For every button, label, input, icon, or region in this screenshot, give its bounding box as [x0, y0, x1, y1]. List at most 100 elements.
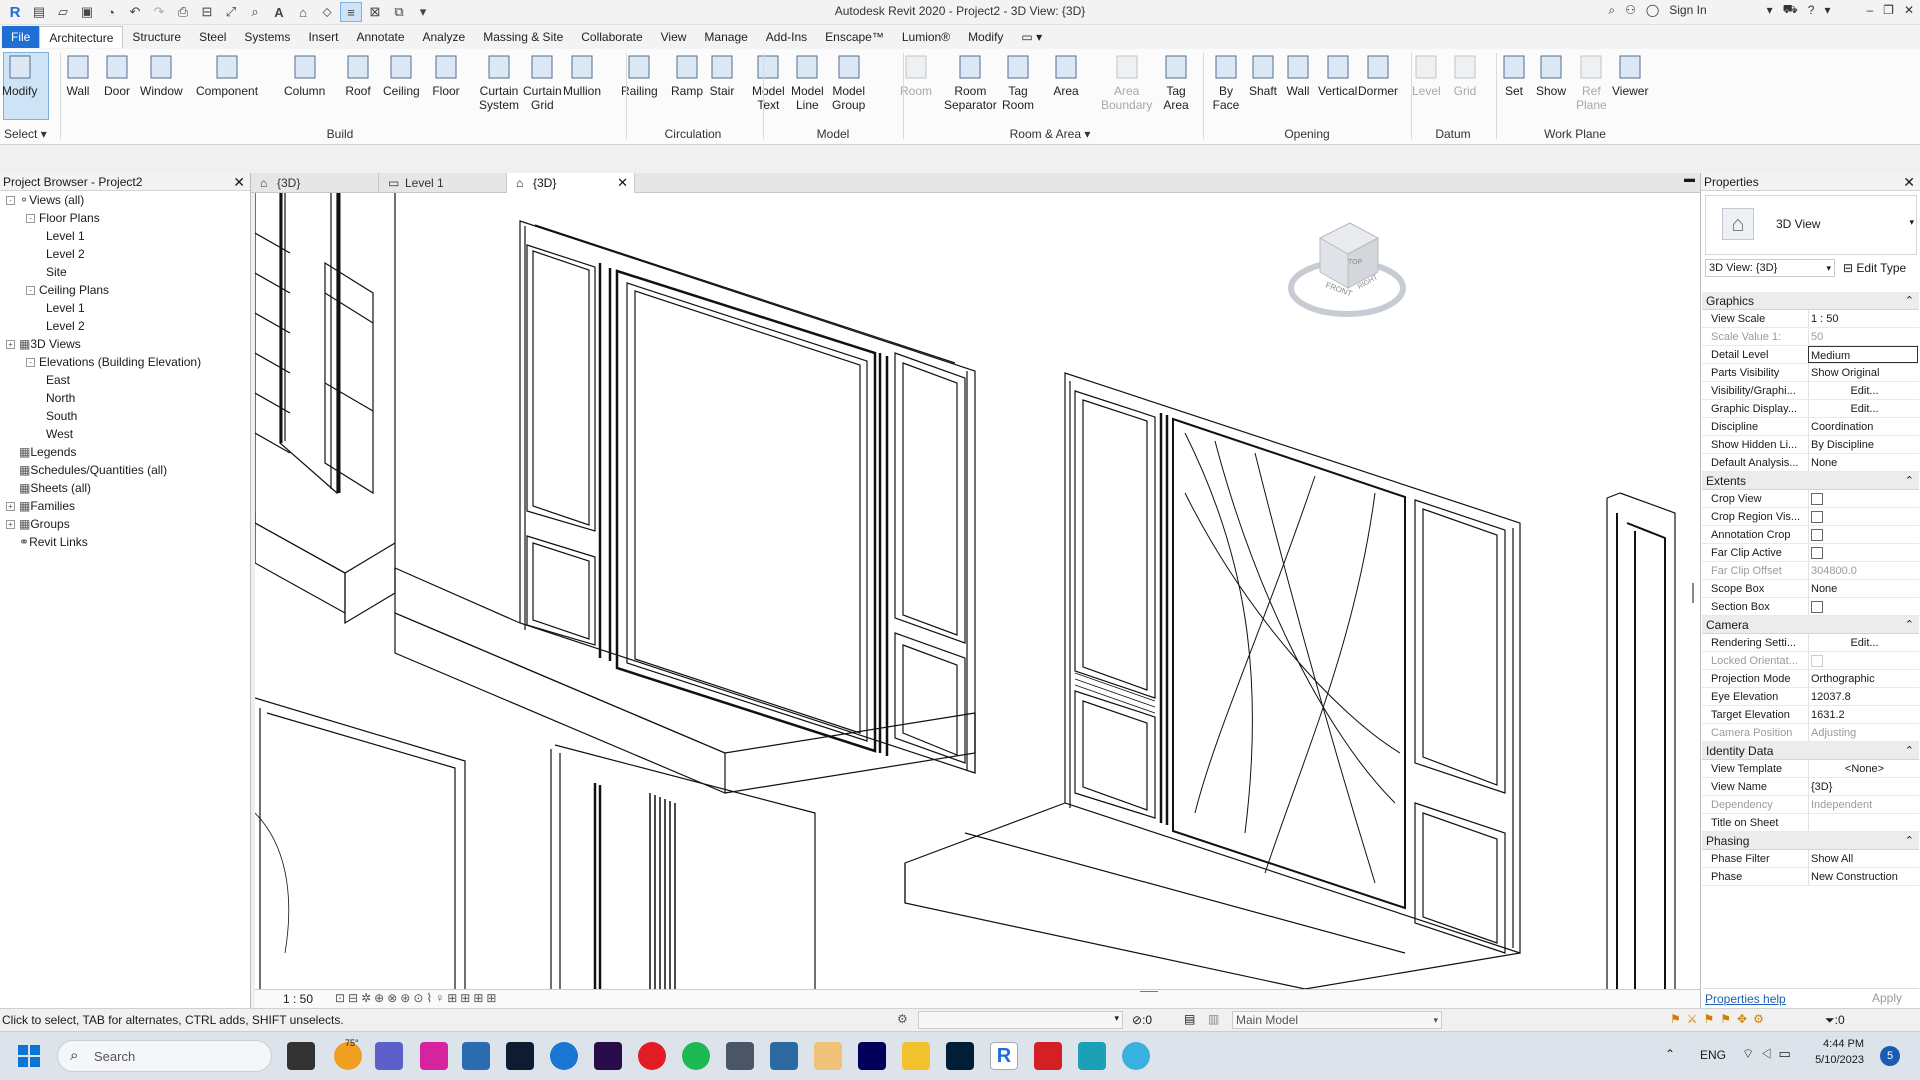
property-value[interactable]: [1808, 508, 1918, 525]
3ds-max-icon[interactable]: [1078, 1042, 1106, 1070]
tree-item[interactable]: Level 2: [46, 245, 85, 263]
drawing-canvas[interactable]: TOP FRONT RIGHT: [255, 193, 1700, 989]
workset-dropdown[interactable]: ▾: [918, 1011, 1123, 1029]
collapse-icon[interactable]: ⌃: [1905, 472, 1914, 490]
tree-item[interactable]: ▦ Schedules/Quantities (all): [6, 461, 167, 479]
premiere-icon[interactable]: [594, 1042, 622, 1070]
close-tab-icon[interactable]: ✕: [617, 173, 628, 193]
thin-lines-icon[interactable]: ≡: [340, 2, 362, 22]
sign-in-link[interactable]: Sign In: [1669, 3, 1706, 17]
property-section-identity-data[interactable]: Identity Data ⌃: [1702, 742, 1919, 760]
viewer-tool[interactable]: Viewer: [1612, 52, 1648, 98]
collapse-icon[interactable]: ⌃: [1905, 292, 1914, 310]
property-value[interactable]: Edit...: [1808, 634, 1918, 651]
expand-icon[interactable]: +: [6, 519, 15, 529]
close-icon[interactable]: ✕: [1904, 3, 1914, 17]
area-boundary-tool[interactable]: Area Boundary: [1101, 52, 1152, 112]
level-tool[interactable]: Level: [1412, 52, 1441, 98]
expand-icon[interactable]: +: [6, 339, 15, 349]
filter-count[interactable]: ⏷:0: [1825, 1013, 1845, 1028]
property-checkbox[interactable]: [1811, 511, 1823, 523]
tree-item[interactable]: ▦ Sheets (all): [6, 479, 91, 497]
property-checkbox[interactable]: [1811, 529, 1823, 541]
property-value[interactable]: None: [1808, 580, 1918, 597]
apply-button[interactable]: Apply: [1859, 991, 1915, 1007]
viewcube-top-label[interactable]: TOP: [1348, 259, 1362, 266]
modify-tool[interactable]: Modify: [2, 52, 37, 98]
chart-app-icon[interactable]: [462, 1042, 490, 1070]
property-value[interactable]: 12037.8: [1808, 688, 1918, 705]
property-value[interactable]: New Construction: [1808, 868, 1918, 885]
property-value[interactable]: [1808, 598, 1918, 615]
collapse-icon[interactable]: ⌃: [1905, 832, 1914, 850]
property-value[interactable]: Edit...: [1808, 400, 1918, 417]
edit-type-button[interactable]: ⊟ Edit Type: [1843, 261, 1906, 275]
tree-item[interactable]: Site: [46, 263, 67, 281]
selection-option-icons[interactable]: ⚑⚔⚑⚑✥⚙: [1670, 1012, 1770, 1026]
property-section-graphics[interactable]: Graphics ⌃: [1702, 292, 1919, 310]
tab-lumion[interactable]: Lumion®: [893, 26, 959, 48]
sync-icon[interactable]: ◔: [100, 2, 122, 22]
property-value[interactable]: None: [1808, 454, 1918, 471]
ramp-tool[interactable]: Ramp: [671, 52, 703, 98]
tab-analyze[interactable]: Analyze: [414, 26, 475, 48]
tree-item[interactable]: + ▦ Groups: [6, 515, 70, 533]
collapse-icon[interactable]: -: [26, 285, 35, 295]
tab-insert[interactable]: Insert: [299, 26, 347, 48]
tab-collaborate[interactable]: Collaborate: [572, 26, 651, 48]
tag-room-tool[interactable]: Tag Room: [1002, 52, 1034, 112]
tab-architecture[interactable]: Architecture: [39, 26, 124, 48]
expand-icon[interactable]: +: [6, 501, 15, 511]
property-value[interactable]: Show Original: [1808, 364, 1918, 381]
tree-item[interactable]: Level 1: [46, 227, 85, 245]
group-room-area[interactable]: Room & Area ▾: [1000, 127, 1100, 141]
tab-structure[interactable]: Structure: [123, 26, 190, 48]
clock-time[interactable]: 4:44 PM: [1812, 1038, 1864, 1050]
tree-item[interactable]: North: [46, 389, 75, 407]
user-icon[interactable]: ◯: [1646, 3, 1659, 17]
grid-tool[interactable]: Grid: [1451, 52, 1479, 98]
model-text-tool[interactable]: Model Text: [752, 52, 785, 112]
file-explorer-icon[interactable]: [902, 1042, 930, 1070]
tab-steel[interactable]: Steel: [190, 26, 235, 48]
tab-file[interactable]: File: [2, 26, 40, 48]
start-windows-icon[interactable]: [18, 1045, 40, 1067]
tray-icons[interactable]: ⌔◁▭: [1742, 1046, 1797, 1062]
revit-logo-icon[interactable]: R: [4, 2, 26, 22]
property-checkbox[interactable]: [1811, 547, 1823, 559]
tree-item[interactable]: - Ceiling Plans: [26, 281, 109, 299]
room-tool[interactable]: Room: [900, 52, 932, 98]
mullion-tool[interactable]: Mullion: [563, 52, 601, 98]
property-value[interactable]: Coordination: [1808, 418, 1918, 435]
tray-chevron-icon[interactable]: ⌃: [1665, 1047, 1675, 1061]
collapse-icon[interactable]: -: [26, 213, 35, 223]
property-value[interactable]: [1808, 544, 1918, 561]
tree-item[interactable]: ⚭ Revit Links: [6, 533, 88, 551]
default-3d-icon[interactable]: ⌂: [292, 2, 314, 22]
component-tool[interactable]: Component: [196, 52, 258, 98]
photoshop-icon[interactable]: [946, 1042, 974, 1070]
view-tab-3d-active[interactable]: ⌂ {3D} ✕: [507, 173, 635, 193]
teams-icon[interactable]: [375, 1042, 403, 1070]
property-section-extents[interactable]: Extents ⌃: [1702, 472, 1919, 490]
dormer-tool[interactable]: Dormer: [1358, 52, 1398, 98]
cart-icon[interactable]: ⛟: [1783, 2, 1798, 18]
tag-area-tool[interactable]: Tag Area: [1162, 52, 1190, 112]
curtain-grid-tool[interactable]: Curtain Grid: [523, 52, 562, 112]
collapse-icon[interactable]: -: [6, 195, 15, 205]
globe-app-icon[interactable]: [1122, 1042, 1150, 1070]
tree-item[interactable]: + ▦ 3D Views: [6, 335, 81, 353]
property-value[interactable]: <None>: [1808, 760, 1918, 777]
measure-icon[interactable]: ⊟: [196, 2, 218, 22]
tab-enscape[interactable]: Enscape™: [816, 26, 893, 48]
property-value[interactable]: By Discipline: [1808, 436, 1918, 453]
view-control-icons[interactable]: ⊡⊟✲⊕⊗⊛⊙⌇♀⊞⊞⊞⊞: [335, 991, 499, 1005]
view-tab-level-1[interactable]: ▭ Level 1: [379, 173, 507, 193]
view-scale[interactable]: 1 : 50: [283, 992, 313, 1006]
ref-plane-tool[interactable]: Ref Plane: [1576, 52, 1607, 112]
property-value[interactable]: Orthographic: [1808, 670, 1918, 687]
design-option-dropdown[interactable]: Main Model ▾: [1232, 1011, 1442, 1029]
property-value[interactable]: 1 : 50: [1808, 310, 1918, 327]
select-dropdown[interactable]: Select ▾: [4, 127, 54, 141]
tab-massing-site[interactable]: Massing & Site: [474, 26, 572, 48]
